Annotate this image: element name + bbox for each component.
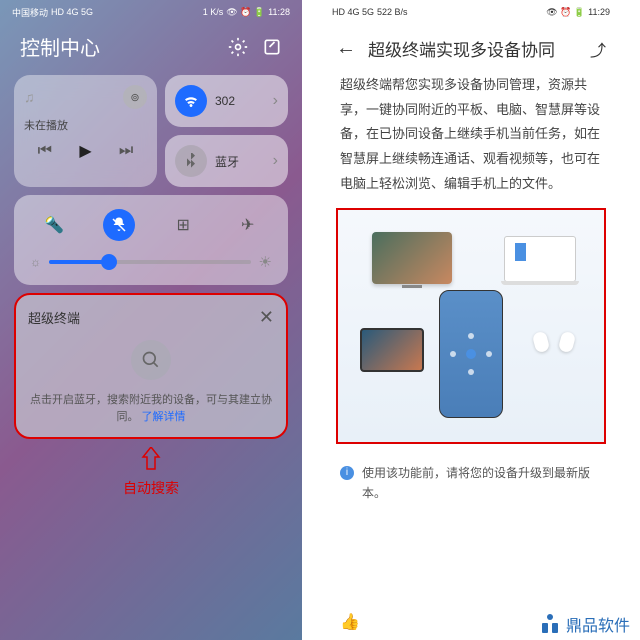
- net-indicator: HD 4G 5G: [51, 7, 93, 17]
- carrier-1: 中国移动: [12, 6, 48, 19]
- laptop-device: [504, 236, 576, 282]
- status-bar-right: HD 4G 5G522 B/s 👁 ⏰ 🔋11:29: [320, 0, 622, 24]
- play-button[interactable]: ▶: [79, 141, 91, 161]
- auto-search-label: 自动搜索: [0, 478, 302, 498]
- watermark: 鼎品软件: [534, 610, 634, 638]
- brightness-low-icon: ☼: [30, 255, 41, 269]
- bluetooth-toggle[interactable]: 蓝牙 ›: [165, 135, 288, 187]
- edit-icon[interactable]: [262, 37, 282, 57]
- music-icon: ♫: [24, 89, 35, 105]
- time: 11:29: [588, 7, 610, 17]
- page-title: 超级终端实现多设备协同: [368, 36, 578, 61]
- cast-icon[interactable]: ⊚: [123, 85, 147, 109]
- media-status: 未在播放: [24, 117, 147, 133]
- brightness-high-icon: ☀: [259, 253, 272, 271]
- time: 11:28: [268, 7, 290, 17]
- speed: 1 K/s: [203, 7, 224, 17]
- airplane-toggle[interactable]: ✈: [232, 209, 264, 241]
- info-icon: i: [340, 466, 354, 480]
- bluetooth-label: 蓝牙: [215, 153, 239, 170]
- media-card[interactable]: ♫ ⊚ 未在播放 ⏮ ▶ ⏭: [14, 75, 157, 187]
- tip-text: 使用该功能前，请将您的设备升级到最新版本。: [362, 464, 602, 502]
- wifi-label: 302: [215, 94, 235, 108]
- net-indicator: HD 4G 5G: [332, 7, 374, 17]
- learn-more-link[interactable]: 了解详情: [142, 411, 186, 423]
- back-button[interactable]: ←: [336, 37, 356, 60]
- tv-device: [372, 232, 452, 284]
- flashlight-toggle[interactable]: 🔦: [38, 209, 70, 241]
- brightness-slider[interactable]: [49, 260, 251, 264]
- super-device-card[interactable]: 超级终端 ✕ 点击开启蓝牙，搜索附近我的设备，可与其建立协同。 了解详情: [14, 293, 288, 439]
- status-bar-left: 中国移动 HD 4G 5G 1 K/s 👁 ⏰ 🔋 11:28: [0, 0, 302, 24]
- phone-device: [439, 290, 503, 418]
- earbuds-device: [534, 332, 574, 362]
- tablet-device: [360, 328, 424, 372]
- search-button[interactable]: [131, 340, 171, 380]
- thumbs-up-button[interactable]: 👍: [340, 612, 360, 632]
- share-icon[interactable]: ⤴: [590, 37, 606, 61]
- wifi-toggle[interactable]: 302 ›: [165, 75, 288, 127]
- description-text: 超级终端帮您实现多设备协同管理，资源共享，一键协同附近的平板、电脑、智慧屏等设备…: [320, 73, 622, 196]
- control-center-title: 控制中心: [20, 32, 100, 61]
- settings-icon[interactable]: [228, 37, 248, 57]
- super-device-title: 超级终端: [28, 308, 80, 327]
- prev-button[interactable]: ⏮: [38, 142, 52, 160]
- grid-toggle[interactable]: ⊞: [167, 209, 199, 241]
- arrow-annotation: [0, 447, 302, 476]
- next-button[interactable]: ⏭: [119, 142, 133, 160]
- close-icon[interactable]: ✕: [259, 307, 274, 328]
- device-illustration: [336, 208, 606, 444]
- super-device-hint: 点击开启蓝牙，搜索附近我的设备，可与其建立协同。 了解详情: [28, 392, 274, 425]
- wifi-icon: [175, 85, 207, 117]
- bluetooth-icon: [175, 145, 207, 177]
- mute-toggle[interactable]: [103, 209, 135, 241]
